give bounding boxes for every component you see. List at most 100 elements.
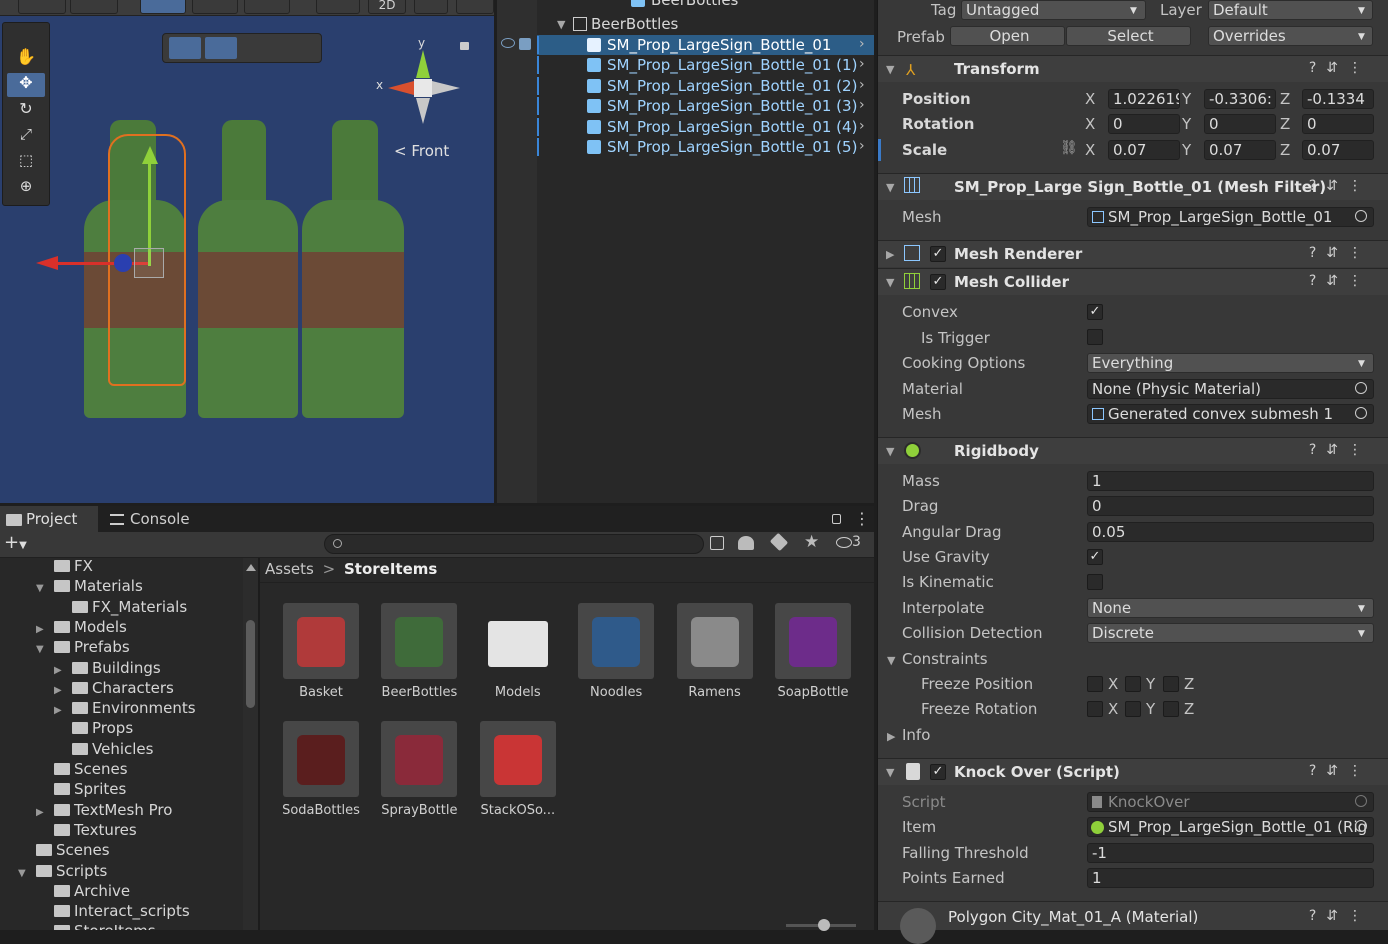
tree-item[interactable]: ▶ Environments [54,699,196,717]
shading-button[interactable] [316,0,360,14]
knock-over-enabled-checkbox[interactable]: ✓ [930,764,946,780]
toggle-2d-button[interactable]: 2D [368,0,406,14]
tree-item[interactable]: ▶ Buildings [54,659,161,677]
prefab-overrides-dropdown[interactable]: Overrides [1208,26,1373,46]
freeze-position-x-checkbox[interactable] [1087,676,1103,692]
freeze-rotation-z-checkbox[interactable] [1163,701,1179,717]
expand-arrow-icon[interactable]: ▶ [886,248,894,261]
expand-arrow-icon[interactable]: ▶ [54,705,72,716]
constraints-arrow-icon[interactable]: ▼ [887,654,895,667]
gizmo-z-arrow-icon[interactable] [432,81,460,95]
search-input[interactable] [324,534,704,554]
cooking-options-dropdown[interactable]: Everything [1087,353,1374,373]
audio-button[interactable] [456,0,494,14]
mesh-renderer-header[interactable]: ▶ ✓ Mesh Renderer ?⇵⋮ [878,240,1388,267]
component-actions[interactable]: ?⇵⋮ [1309,442,1372,458]
create-button[interactable]: +▼ [4,534,38,554]
drag-field[interactable]: 0 [1087,496,1374,516]
expand-arrow-icon[interactable]: ▶ [54,685,72,696]
visibility-eye-icon[interactable] [501,38,515,48]
tree-item[interactable]: StoreItems [36,922,156,930]
filter-type-icon[interactable] [738,536,754,550]
component-actions[interactable]: ?⇵⋮ [1309,908,1372,924]
constraints-label[interactable]: Constraints [902,650,988,668]
collapse-arrow-icon[interactable]: ▼ [886,445,894,458]
grid-button[interactable] [244,0,290,14]
prefab-select-button[interactable]: Select [1066,26,1191,46]
hierarchy-item[interactable]: SM_Prop_LargeSign_Bottle_01 (1) [587,55,857,75]
is-trigger-checkbox[interactable] [1087,329,1103,345]
tree-item[interactable]: Scenes [18,841,110,859]
tree-item[interactable]: ▶ Models [36,618,127,636]
wire-cube-icon[interactable] [245,37,277,59]
asset-item[interactable]: SprayBottle [374,721,464,818]
rect-select-icon[interactable] [205,37,237,59]
interpolate-dropdown[interactable]: None [1087,598,1374,618]
knock-over-header[interactable]: ▼ ✓ Knock Over (Script) ?⇵⋮ [878,758,1388,785]
rigidbody-header[interactable]: ▼ Rigidbody ?⇵⋮ [878,437,1388,464]
collapse-arrow-icon[interactable]: ▼ [36,644,54,655]
component-actions[interactable]: ?⇵⋮ [1309,245,1372,261]
asset-item[interactable]: StackOSo... [473,721,563,818]
component-actions[interactable]: ?⇵⋮ [1309,763,1372,779]
scene-view[interactable]: 2D ✋ ✥ ↻ ⤢ ⬚ ⊕ y x < Front [0,0,494,503]
favorite-star-icon[interactable]: ★ [804,532,819,552]
scale-tool-icon[interactable]: ⤢ [7,125,45,149]
gizmo-y-arrow-icon[interactable] [416,50,430,78]
tree-scrollbar[interactable] [243,558,258,930]
lock-icon[interactable] [460,42,469,50]
tree-item[interactable]: Sprites [36,780,126,798]
tree-item[interactable]: ▶ Characters [54,679,174,697]
position-z-field[interactable]: -0.1334 [1302,89,1374,109]
snap-button[interactable] [192,0,238,14]
object-picker-icon[interactable] [1355,407,1367,419]
material-header[interactable]: Polygon City_Mat_01_A (Material) ?⇵⋮ [878,901,1388,944]
component-actions[interactable]: ?⇵⋮ [1309,178,1372,194]
mesh-collider-header[interactable]: ▼ ✓ Mesh Collider ?⇵⋮ [878,268,1388,295]
position-y-field[interactable]: -0.3306: [1204,89,1276,109]
collapse-arrow-icon[interactable]: ▼ [886,181,894,194]
item-field[interactable]: SM_Prop_LargeSign_Bottle_01 (Rig [1087,817,1374,837]
tree-item[interactable]: Archive [36,882,130,900]
collapse-arrow-icon[interactable]: ▼ [886,276,894,289]
scroll-thumb[interactable] [246,620,255,708]
breadcrumb-current[interactable]: StoreItems [344,560,437,578]
use-gravity-checkbox[interactable]: ✓ [1087,549,1103,565]
chevron-right-icon[interactable]: › [859,77,865,93]
layer-dropdown[interactable]: Default [1208,0,1373,20]
pivot-button[interactable] [140,0,186,14]
freeze-position-y-checkbox[interactable] [1125,676,1141,692]
tree-item[interactable]: Scenes [36,760,128,778]
object-picker-icon[interactable] [1355,210,1367,222]
gizmo-center-icon[interactable] [414,79,432,97]
scale-y-field[interactable]: 0.07 [1204,140,1276,160]
info-arrow-icon[interactable]: ▶ [887,730,895,743]
hidden-packages-icon[interactable]: 3 [836,534,861,550]
mesh-filter-header[interactable]: ▼ SM_Prop_Large Sign_Bottle_01 (Mesh Fil… [878,173,1388,200]
mesh-field[interactable]: SM_Prop_LargeSign_Bottle_01 [1087,207,1374,227]
rotation-z-field[interactable]: 0 [1302,114,1374,134]
collapse-arrow-icon[interactable]: ▼ [18,868,36,879]
move-tool-icon[interactable]: ✥ [7,73,45,97]
info-label[interactable]: Info [902,726,930,744]
scale-x-field[interactable]: 0.07 [1108,140,1180,160]
component-actions[interactable]: ?⇵⋮ [1309,273,1372,289]
angular-drag-field[interactable]: 0.05 [1087,522,1374,542]
is-kinematic-checkbox[interactable] [1087,574,1103,590]
asset-item[interactable]: Basket [276,603,366,700]
falling-threshold-field[interactable]: -1 [1087,843,1374,863]
hierarchy-item[interactable]: SM_Prop_LargeSign_Bottle_01 (5) [587,137,857,157]
tag-dropdown[interactable]: Untagged [961,0,1146,20]
expand-arrow-icon[interactable]: ▶ [36,624,54,635]
transform-header[interactable]: ▼ ⅄ Transform ?⇵⋮ [878,55,1388,82]
scroll-up-arrow-icon[interactable] [246,564,256,571]
convex-checkbox[interactable]: ✓ [1087,304,1103,320]
bottle-3[interactable] [302,120,404,418]
collapse-arrow-icon[interactable]: ▼ [886,766,894,779]
chevron-right-icon[interactable]: › [859,97,865,113]
hierarchy-item[interactable]: SM_Prop_LargeSign_Bottle_01 (3) [587,96,857,116]
collider-mesh-field[interactable]: Generated convex submesh 1 [1087,404,1374,424]
chevron-right-icon[interactable]: › [859,138,865,154]
freeze-position-z-checkbox[interactable] [1163,676,1179,692]
points-earned-field[interactable]: 1 [1087,868,1374,888]
